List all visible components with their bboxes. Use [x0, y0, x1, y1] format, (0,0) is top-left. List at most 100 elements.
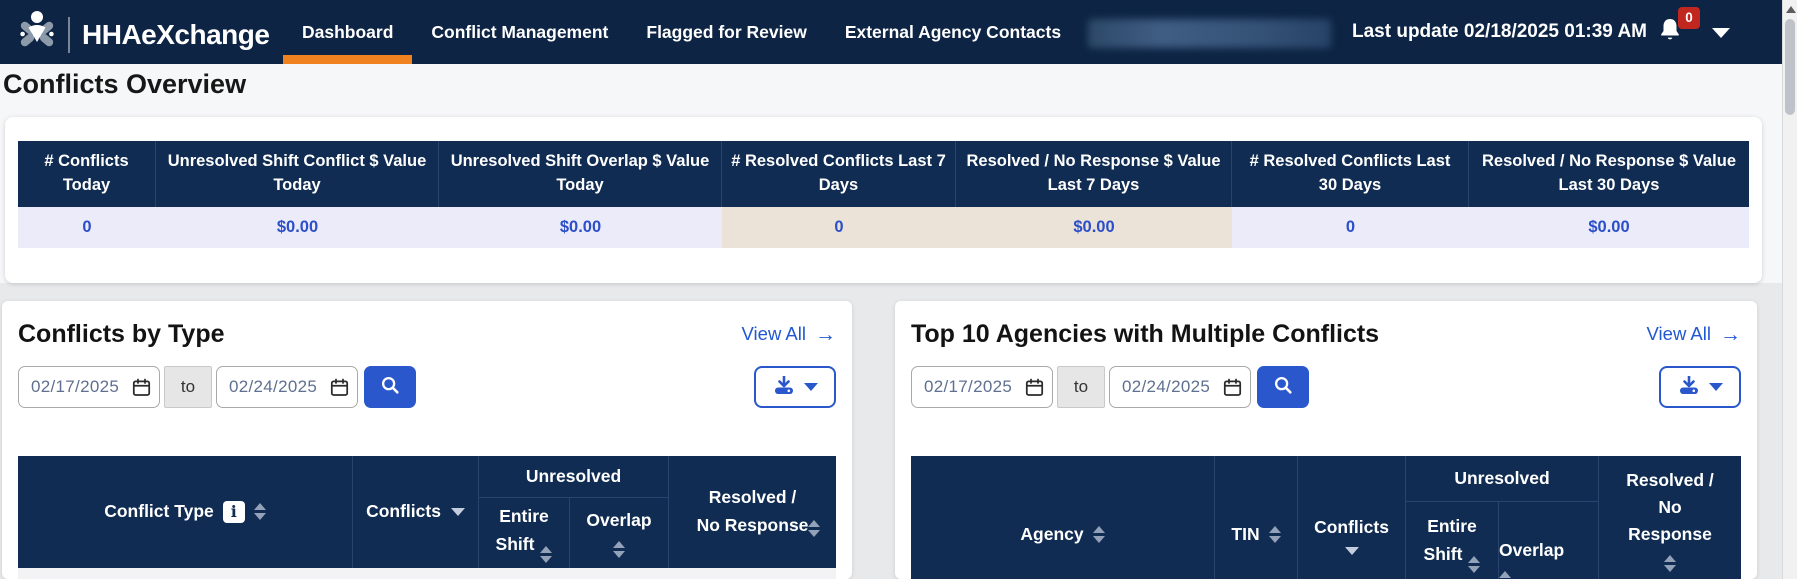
date-to-input[interactable] [217, 367, 357, 407]
stats-header-row: # Conflicts Today Unresolved Shift Confl… [18, 141, 1749, 207]
sort-icon[interactable] [1468, 556, 1480, 573]
column-label: Overlap [586, 507, 651, 533]
column-header-overlap[interactable]: Overlap [570, 498, 669, 568]
stat-value: 0 [1232, 207, 1469, 248]
conflicts-by-type-title: Conflicts by Type [18, 318, 225, 351]
stats-value-row: 0 $0.00 $0.00 0 $0.00 0 $0.00 [18, 207, 1749, 248]
page-title: Conflicts Overview [3, 69, 246, 100]
notification-count-badge: 0 [1678, 7, 1700, 29]
user-menu-chevron-icon[interactable] [1712, 28, 1730, 38]
arrow-right-icon: → [1720, 324, 1741, 345]
arrow-right-icon: → [815, 324, 836, 345]
sort-desc-icon[interactable] [1345, 547, 1359, 555]
date-to-field [216, 366, 358, 408]
download-menu-button[interactable] [1659, 366, 1741, 408]
scrollbar-thumb[interactable] [1785, 19, 1795, 115]
column-label: Unresolved [526, 463, 621, 489]
sort-icon[interactable] [254, 503, 266, 520]
scrollbar-up-arrow[interactable] [1786, 6, 1796, 13]
column-label: Unresolved [1454, 465, 1549, 491]
sort-icon[interactable] [1664, 555, 1676, 572]
nav-item-conflict-management[interactable]: Conflict Management [412, 0, 627, 64]
stat-value: $0.00 [156, 207, 439, 248]
column-label: Agency [1020, 521, 1083, 547]
sort-icon[interactable] [1499, 571, 1511, 579]
column-header-entire-shift[interactable]: Entire Shift [479, 498, 570, 568]
sort-icon[interactable] [808, 520, 820, 537]
vertical-scrollbar[interactable] [1782, 0, 1797, 579]
view-all-label: View All [742, 323, 806, 345]
logo-divider [68, 17, 70, 53]
conflicts-by-type-controls: to [18, 366, 836, 408]
conflicts-by-type-table: Conflict Type i Conflicts Unresolved Ent… [18, 456, 836, 579]
chevron-down-icon [1709, 383, 1723, 391]
column-header-conflicts[interactable]: Conflicts [1298, 456, 1406, 579]
column-label: Conflict Type [104, 498, 214, 524]
stat-value: $0.00 [439, 207, 722, 248]
column-header-tin[interactable]: TIN [1215, 456, 1298, 579]
column-header-conflicts[interactable]: Conflicts [353, 456, 479, 568]
download-icon [772, 373, 796, 400]
top-agencies-panel: Top 10 Agencies with Multiple Conflicts … [895, 301, 1757, 579]
column-header-conflict-type[interactable]: Conflict Type i [18, 456, 353, 568]
top-agencies-table: Agency TIN Conflicts Unresolved Entire S… [911, 456, 1741, 579]
person-logo-icon [18, 9, 56, 60]
sort-icon[interactable] [1093, 526, 1105, 543]
stat-header: Resolved / No Response $ Value Last 7 Da… [956, 141, 1232, 207]
stat-value: $0.00 [956, 207, 1232, 248]
nav-item-flagged-for-review[interactable]: Flagged for Review [627, 0, 825, 64]
top-agencies-table-header: Agency TIN Conflicts Unresolved Entire S… [911, 456, 1741, 579]
table-row [18, 568, 836, 579]
logo-text: HHAeXchange [82, 19, 269, 51]
column-header-agency[interactable]: Agency [911, 456, 1215, 579]
column-header-resolved-no-response[interactable]: Resolved / No Response [1599, 456, 1741, 579]
sort-icon[interactable] [540, 546, 552, 563]
search-button[interactable] [364, 366, 416, 408]
conflicts-by-type-view-all-link[interactable]: View All → [742, 323, 836, 345]
column-label: Resolved / No Response [1618, 467, 1722, 548]
column-group-unresolved: Unresolved [1406, 456, 1599, 502]
column-label: Overlap [1499, 537, 1564, 563]
top-agencies-view-all-link[interactable]: View All → [1647, 323, 1741, 345]
chevron-down-icon [804, 383, 818, 391]
redacted-agency-name [1088, 19, 1331, 48]
nav-item-dashboard[interactable]: Dashboard [283, 0, 412, 64]
stat-header: # Resolved Conflicts Last 30 Days [1232, 141, 1469, 207]
stat-header: Unresolved Shift Overlap $ Value Today [439, 141, 722, 207]
date-to-input[interactable] [1110, 367, 1250, 407]
overview-stats-table: # Conflicts Today Unresolved Shift Confl… [18, 141, 1749, 248]
view-all-label: View All [1647, 323, 1711, 345]
stat-value: 0 [18, 207, 156, 248]
conflicts-by-type-panel: Conflicts by Type View All → to [2, 301, 852, 579]
sort-icon[interactable] [613, 541, 625, 558]
stat-value: $0.00 [1469, 207, 1749, 248]
conflicts-overview-card: # Conflicts Today Unresolved Shift Confl… [5, 117, 1762, 283]
date-from-input[interactable] [912, 367, 1052, 407]
stat-value: 0 [722, 207, 956, 248]
date-from-input[interactable] [19, 367, 159, 407]
column-header-entire-shift[interactable]: Entire Shift [1406, 502, 1499, 579]
search-icon [1272, 374, 1294, 399]
download-menu-button[interactable] [754, 366, 836, 408]
column-group-unresolved: Unresolved [479, 456, 669, 498]
date-from-field [911, 366, 1053, 408]
hhaexchange-logo[interactable]: HHAeXchange [18, 9, 269, 60]
date-from-field [18, 366, 160, 408]
sort-desc-icon[interactable] [451, 508, 465, 516]
top-agencies-controls: to [911, 366, 1741, 408]
column-header-overlap[interactable]: Overlap [1499, 502, 1599, 579]
top-navbar: HHAeXchange Dashboard Conflict Managemen… [0, 0, 1797, 64]
stat-header: # Resolved Conflicts Last 7 Days [722, 141, 956, 207]
stat-header: Unresolved Shift Conflict $ Value Today [156, 141, 439, 207]
last-update-text: Last update 02/18/2025 01:39 AM [1352, 0, 1647, 64]
search-icon [379, 374, 401, 399]
info-icon[interactable]: i [223, 501, 245, 523]
column-header-resolved-no-response[interactable]: Resolved / No Response [669, 456, 836, 568]
nav-item-external-agency-contacts[interactable]: External Agency Contacts [826, 0, 1080, 64]
conflicts-by-type-table-header: Conflict Type i Conflicts Unresolved Ent… [18, 456, 836, 568]
date-to-field [1109, 366, 1251, 408]
sort-icon[interactable] [1269, 526, 1281, 543]
search-button[interactable] [1257, 366, 1309, 408]
stat-header: Resolved / No Response $ Value Last 30 D… [1469, 141, 1749, 207]
column-label: Conflicts [1314, 514, 1389, 540]
